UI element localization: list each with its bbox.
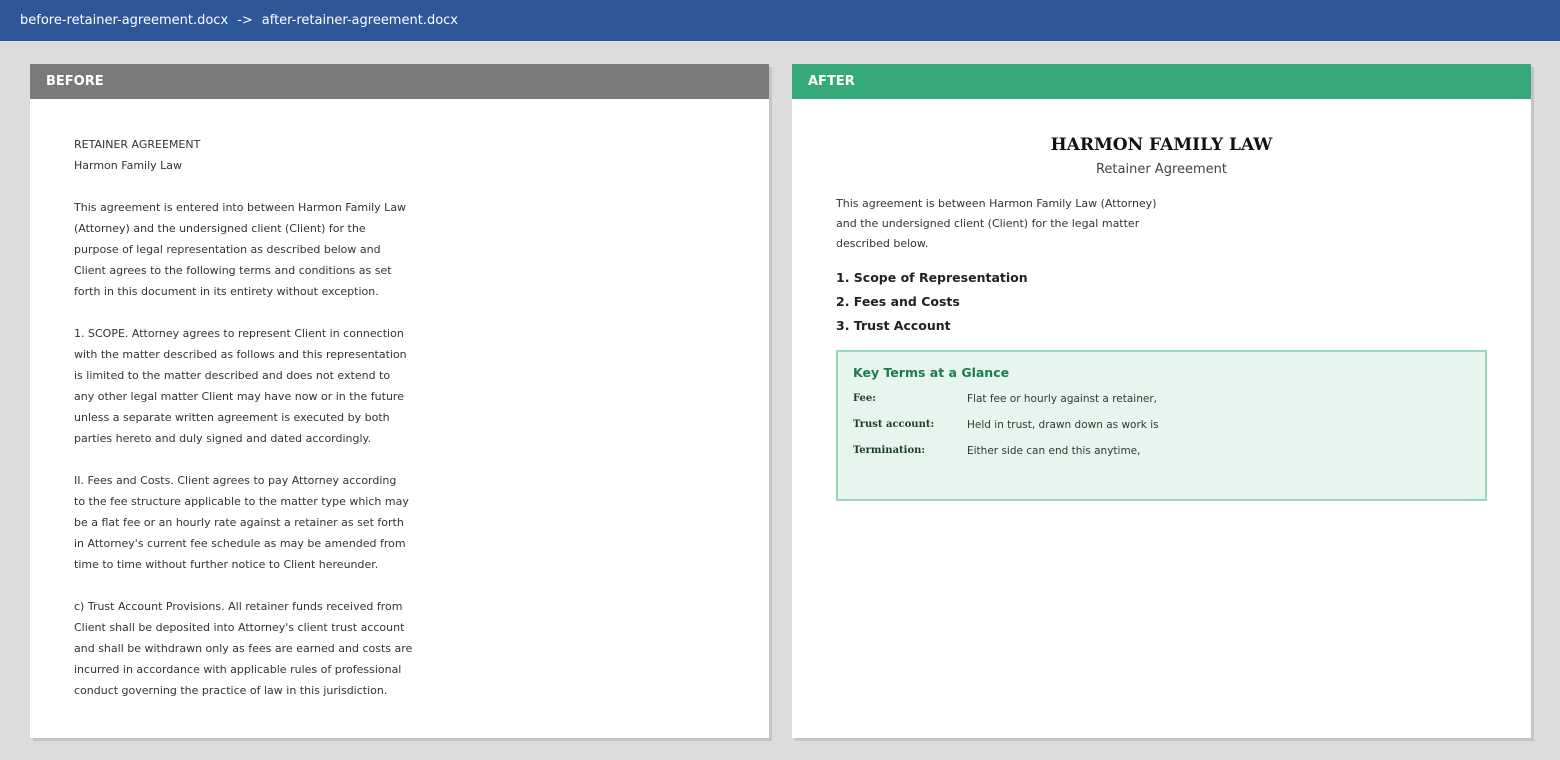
section-heading-trust: 3. Trust Account [836, 318, 951, 333]
document-line: unless a separate written agreement is e… [74, 411, 390, 424]
comparison-title-bar: before-retainer-agreement.docx -> after-… [0, 0, 1560, 41]
section-heading-fees: 2. Fees and Costs [836, 294, 960, 309]
before-document-body: RETAINER AGREEMENT Harmon Family Law This … [74, 134, 494, 701]
document-line: Client shall be deposited into Attorney'… [74, 621, 405, 634]
after-intro-paragraph: This agreement is between Harmon Family … [836, 194, 1176, 254]
after-pane[interactable]: AFTER HARMON FAMILY LAW Retainer Agreeme… [792, 64, 1531, 738]
intro-line: and the undersigned client (Client) for … [836, 217, 1140, 230]
document-line: 1. SCOPE. Attorney agrees to represent C… [74, 327, 404, 340]
after-pane-header: AFTER [792, 64, 1531, 99]
document-line: incurred in accordance with applicable r… [74, 663, 402, 676]
document-line: with the matter described as follows and… [74, 348, 407, 361]
document-line: Client agrees to the following terms and… [74, 264, 392, 277]
section-heading-scope: 1. Scope of Representation [836, 270, 1028, 285]
after-document-title: HARMON FAMILY LAW [1050, 135, 1273, 155]
document-line: be a flat fee or an hourly rate against … [74, 516, 404, 529]
before-pane[interactable]: BEFORE RETAINER AGREEMENT Harmon Family L… [30, 64, 769, 738]
key-term-value: Held in trust, drawn down as work is [967, 419, 1159, 431]
document-line: in Attorney's current fee schedule as ma… [74, 537, 406, 550]
key-term-label: Trust account: [853, 419, 935, 430]
before-filename: before-retainer-agreement.docx [20, 13, 229, 28]
document-line: c) Trust Account Provisions. All retaine… [74, 600, 403, 613]
intro-line: This agreement is between Harmon Family … [836, 197, 1157, 210]
document-line: to the fee structure applicable to the m… [74, 495, 409, 508]
before-pane-header: BEFORE [30, 64, 769, 99]
document-line: (Attorney) and the undersigned client (C… [74, 222, 366, 235]
document-line: forth in this document in its entirety w… [74, 285, 379, 298]
key-term-value: Flat fee or hourly against a retainer, [967, 393, 1157, 405]
section-list: 1. Scope of Representation 2. Fees and C… [836, 266, 1028, 338]
intro-line: described below. [836, 237, 929, 250]
key-terms-title: Key Terms at a Glance [853, 365, 1010, 380]
document-line: any other legal matter Client may have n… [74, 390, 404, 403]
document-line: conduct governing the practice of law in… [74, 684, 388, 697]
document-line: purpose of legal representation as descr… [74, 243, 381, 256]
after-filename: after-retainer-agreement.docx [261, 13, 458, 28]
document-line: RETAINER AGREEMENT [74, 138, 201, 151]
document-line: parties hereto and duly signed and dated… [74, 432, 371, 445]
arrow-separator: -> [237, 13, 253, 28]
document-line: and shall be withdrawn only as fees are … [74, 642, 413, 655]
document-line: This agreement is entered into between H… [74, 201, 407, 214]
document-line: Harmon Family Law [74, 159, 183, 172]
document-line: time to time without further notice to C… [74, 558, 379, 571]
document-line: II. Fees and Costs. Client agrees to pay… [74, 474, 397, 487]
key-term-value: Either side can end this anytime, [967, 445, 1141, 457]
key-terms-box: Key Terms at a Glance Fee: Flat fee or h… [836, 350, 1487, 501]
key-term-label: Fee: [853, 393, 876, 404]
document-line: is limited to the matter described and d… [74, 369, 391, 382]
after-document-subtitle: Retainer Agreement [1095, 162, 1228, 177]
key-term-label: Termination: [853, 445, 926, 456]
